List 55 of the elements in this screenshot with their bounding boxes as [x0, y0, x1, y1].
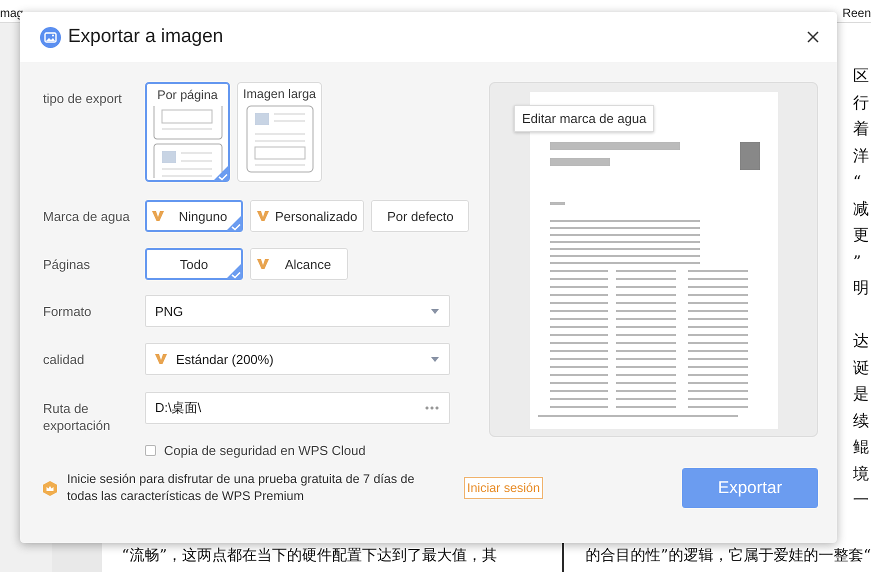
caret-icon: [431, 356, 439, 362]
document-text: 达: [853, 330, 870, 352]
option-button[interactable]: Personalizado: [250, 200, 364, 232]
close-icon: [805, 29, 821, 45]
document-text: 一: [853, 489, 870, 511]
page-layout-drawing: [246, 105, 314, 173]
close-button[interactable]: [805, 29, 821, 45]
document-text: 明: [853, 277, 870, 299]
caret-icon: [431, 308, 439, 314]
image-icon: [40, 26, 61, 48]
premium-v-icon: [257, 258, 269, 270]
option-button[interactable]: Todo: [145, 248, 243, 280]
selected-check-icon: [226, 215, 242, 231]
watermark-tooltip: Editar marca de agua: [514, 105, 654, 132]
document-text: 行: [853, 92, 870, 114]
export-type-option[interactable]: Imagen larga: [237, 82, 322, 182]
page-layout-drawing: [152, 106, 224, 178]
document-text: 境: [853, 462, 870, 484]
option-button[interactable]: Ninguno: [145, 200, 243, 232]
field-label: Páginas: [43, 256, 91, 273]
premium-v-icon: [152, 210, 164, 222]
dropdown[interactable]: PNG: [145, 295, 450, 327]
path-field[interactable]: D:\桌面\: [145, 392, 450, 424]
toolbar-label: Reen: [842, 6, 871, 22]
option-button[interactable]: Alcance: [250, 248, 348, 280]
selected-check-icon: [226, 263, 242, 279]
document-text: 洋: [853, 144, 870, 166]
document-text: 续: [853, 410, 870, 432]
dialog-title: Exportar a imagen: [68, 26, 224, 48]
promo-text: Inicie sesión para disfrutar de una prueba gratuita de 7 días de todas las características de WPS Premium: [67, 471, 416, 505]
field-label: Formato: [43, 303, 92, 320]
option-button[interactable]: Por defecto: [371, 200, 470, 232]
document-text: 区: [853, 65, 870, 87]
more-icon[interactable]: [425, 406, 439, 410]
document-text: 的合目的性”的逻辑，它属于爱娃的一整套“: [584, 545, 871, 566]
export-type-option[interactable]: Por página: [145, 82, 230, 182]
checkbox-label: Copia de seguridad en WPS Cloud: [164, 443, 366, 458]
field-label: calidad: [43, 351, 86, 368]
premium-v-icon: [257, 210, 269, 222]
document-text: 是: [853, 383, 870, 405]
premium-v-icon: [155, 353, 167, 365]
document-text: 更: [853, 224, 870, 246]
document-text: 鲲: [853, 436, 870, 458]
document-text: “: [853, 171, 862, 193]
document-text: 减: [853, 198, 870, 220]
document-text: 诞: [853, 356, 870, 378]
crown-icon: [43, 480, 57, 496]
field-label: Ruta de exportación: [43, 400, 112, 434]
field-label: Marca de agua: [43, 208, 131, 225]
document-text: ”: [853, 250, 862, 272]
field-label: tipo de export: [43, 90, 123, 107]
document-text: 着: [853, 118, 870, 140]
dropdown[interactable]: Estándar (200%): [145, 343, 450, 375]
checkbox[interactable]: [145, 445, 156, 456]
selected-check-icon: [213, 165, 229, 181]
